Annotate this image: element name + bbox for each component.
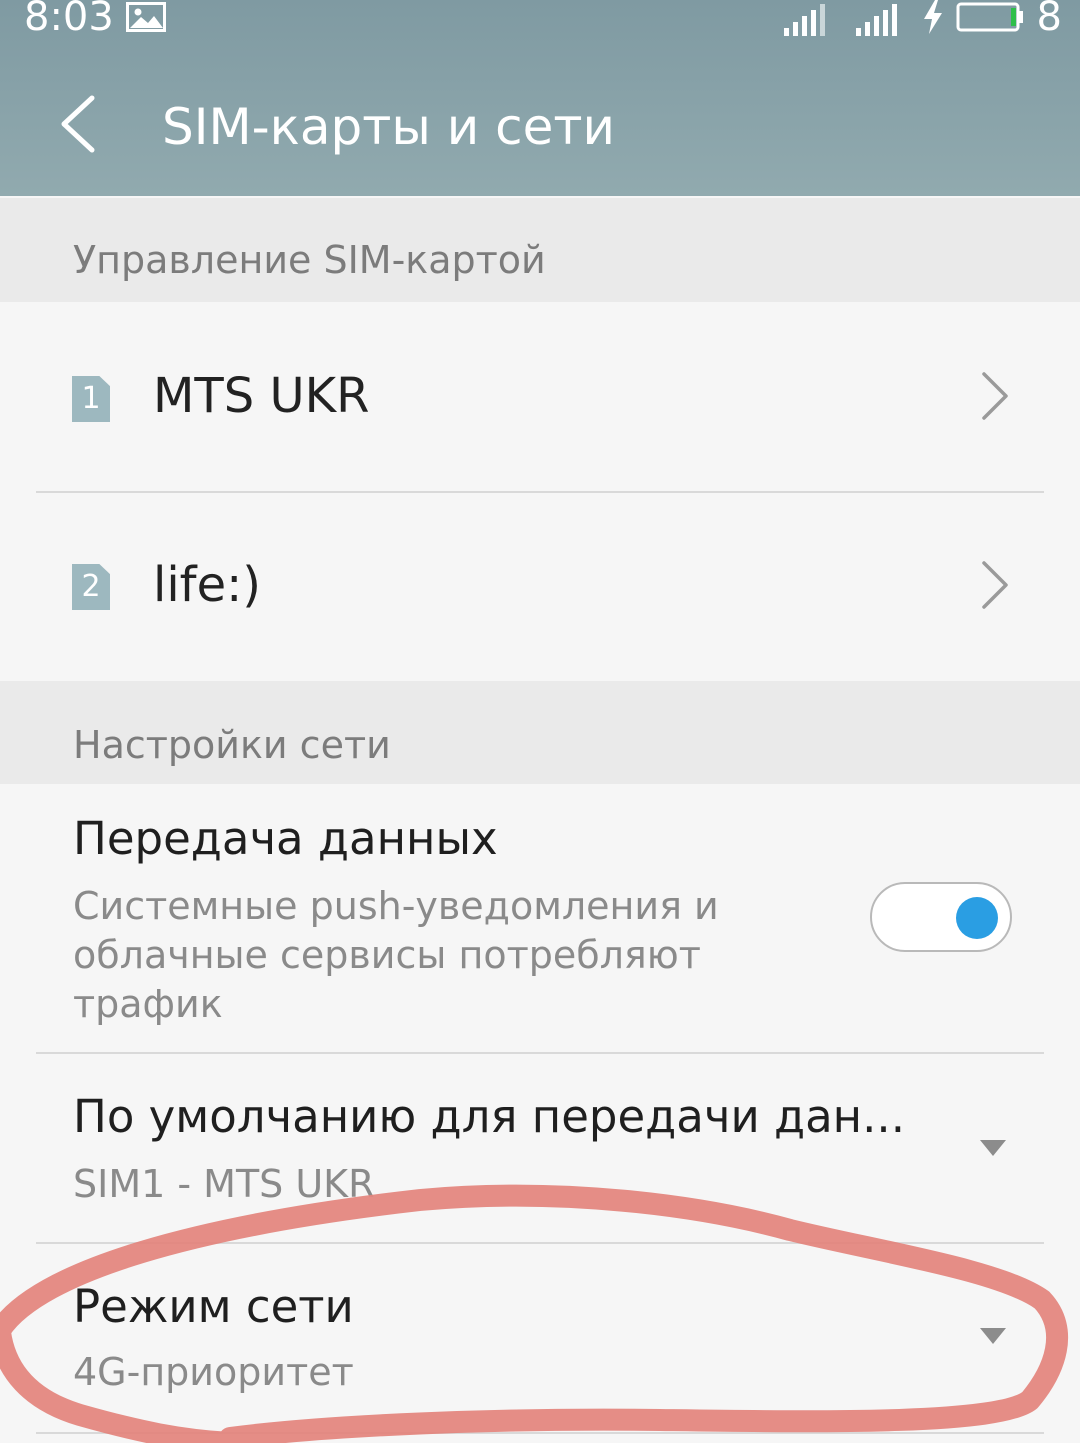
default-data-sim-row[interactable]: По умолчанию для передачи дан... SIM1 - …	[0, 1054, 1080, 1242]
dropdown-arrow-icon	[980, 1140, 1006, 1156]
sim-item-2[interactable]: 2 life:)	[0, 493, 1080, 681]
section-header-network: Настройки сети	[0, 681, 1080, 784]
page-title: SIM-карты и сети	[162, 98, 616, 156]
default-data-title: По умолчанию для передачи дан...	[73, 1090, 906, 1143]
sim2-name: life:)	[153, 557, 261, 613]
network-mode-row[interactable]: Режим сети 4G-приоритет	[0, 1244, 1080, 1432]
section-header-sim: Управление SIM-картой	[0, 198, 1080, 302]
sim-item-1[interactable]: 1 MTS UKR	[0, 302, 1080, 490]
back-button[interactable]	[56, 92, 104, 156]
data-transfer-toggle[interactable]	[870, 882, 1012, 952]
chevron-right-icon	[982, 372, 1008, 420]
data-transfer-description: Системные push-уведомления и облачные се…	[73, 884, 719, 1026]
section-title-sim: Управление SIM-картой	[73, 238, 546, 282]
sim1-name: MTS UKR	[153, 368, 370, 424]
dropdown-arrow-icon	[980, 1328, 1006, 1344]
battery-icon	[956, 2, 1023, 32]
default-data-value: SIM1 - MTS UKR	[73, 1162, 375, 1206]
status-time: 8:03	[24, 0, 114, 40]
data-transfer-title: Передача данных	[73, 812, 498, 865]
battery-level: 8	[1036, 0, 1062, 40]
network-mode-title: Режим сети	[73, 1280, 354, 1333]
section-title-network: Настройки сети	[73, 723, 391, 767]
sim1-icon: 1	[72, 376, 110, 422]
sim2-icon: 2	[72, 564, 110, 610]
image-notification-icon	[126, 2, 166, 32]
toggle-knob	[956, 897, 998, 939]
divider	[36, 1432, 1044, 1434]
network-mode-value: 4G-приоритет	[73, 1350, 354, 1394]
signal-sim1-icon	[784, 4, 825, 36]
charging-bolt-icon	[924, 0, 942, 34]
signal-sim2-icon	[856, 4, 897, 36]
app-header: 8:03 8 SIM-карты и сети	[0, 0, 1080, 196]
chevron-right-icon	[982, 561, 1008, 609]
